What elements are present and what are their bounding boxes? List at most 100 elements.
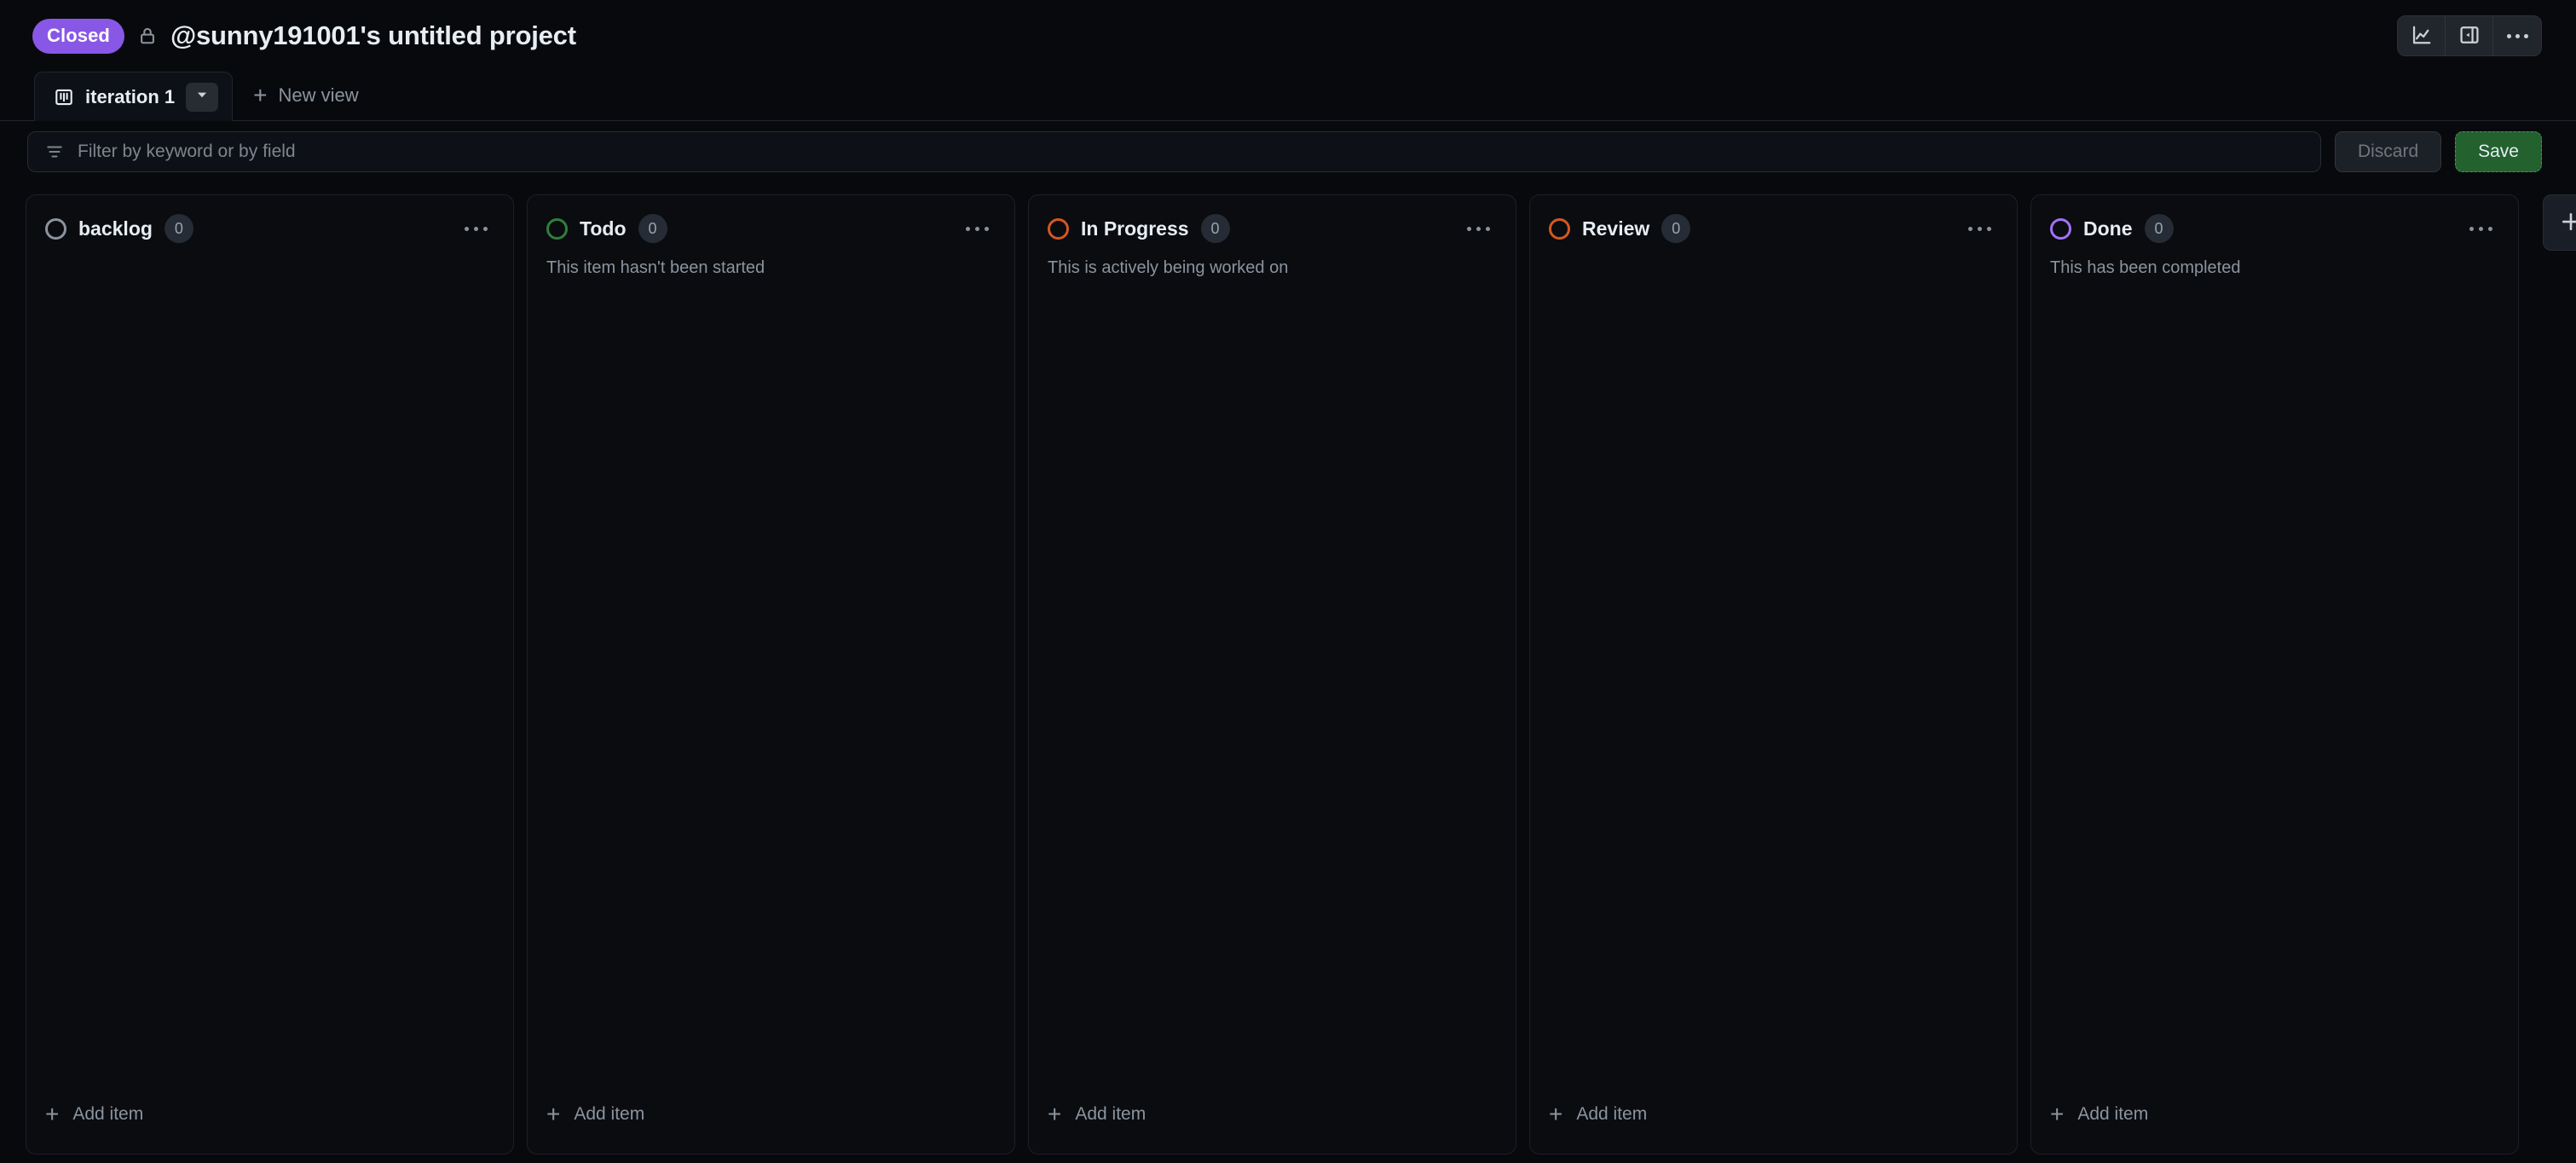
column-more-menu-button[interactable] [960, 214, 994, 243]
column-card-list[interactable] [26, 243, 513, 1097]
column-header-row: Done 0 [2050, 214, 2498, 243]
column-header: Todo 0 This item hasn't been started [528, 195, 1014, 279]
filter-bar: Discard Save [0, 121, 2576, 182]
column-more-menu-button[interactable] [2463, 214, 2498, 243]
tab-menu-button[interactable] [186, 82, 219, 112]
search-input[interactable] [78, 142, 2303, 162]
plus-icon: + [2050, 1101, 2065, 1127]
kebab-menu-icon [2506, 33, 2528, 38]
board-column: backlog 0 + Add item [26, 194, 514, 1154]
kebab-menu-icon [2469, 226, 2492, 231]
status-circle-icon [2050, 217, 2071, 240]
plus-icon: + [546, 1101, 561, 1127]
save-button[interactable]: Save [2455, 131, 2542, 172]
add-item-button[interactable]: + Add item [546, 1097, 644, 1131]
column-count-badge: 0 [164, 214, 193, 243]
add-item-label: Add item [1576, 1104, 1648, 1124]
column-footer: + Add item [2031, 1097, 2518, 1154]
column-more-menu-button[interactable] [459, 214, 493, 243]
column-header: Done 0 This has been completed [2031, 195, 2518, 279]
filter-icon [45, 142, 64, 161]
new-view-button[interactable]: + New view [233, 71, 379, 120]
plus-icon: + [1549, 1101, 1563, 1127]
project-more-menu-button[interactable] [2493, 16, 2541, 55]
column-header-row: backlog 0 [45, 214, 493, 243]
add-item-button[interactable]: + Add item [1549, 1097, 1647, 1131]
column-footer: + Add item [1029, 1097, 1516, 1154]
add-item-label: Add item [72, 1104, 144, 1124]
lock-icon [136, 23, 159, 49]
add-item-label: Add item [574, 1104, 645, 1124]
column-footer: + Add item [1530, 1097, 2017, 1154]
add-item-button[interactable]: + Add item [1048, 1097, 1146, 1131]
chevron-down-icon [195, 88, 209, 106]
column-count-badge: 0 [2144, 214, 2174, 243]
column-header: backlog 0 [26, 195, 513, 243]
status-circle-icon [45, 217, 66, 240]
insights-button[interactable] [2398, 16, 2446, 55]
column-card-list[interactable] [1530, 243, 2017, 1097]
column-count-badge: 0 [1200, 214, 1230, 243]
toggle-side-panel-button[interactable] [2446, 16, 2493, 55]
discard-button[interactable]: Discard [2334, 131, 2442, 172]
header-actions [2397, 15, 2542, 56]
tab-iteration-1[interactable]: iteration 1 [34, 72, 234, 121]
column-header: In Progress 0 This is actively being wor… [1029, 195, 1516, 279]
add-column-container [2532, 194, 2576, 1154]
filter-input-container[interactable] [27, 131, 2321, 172]
plus-icon: + [253, 82, 268, 108]
plus-icon: + [1048, 1101, 1062, 1127]
board-column: Done 0 This has been completed + Add ite… [2030, 194, 2519, 1154]
tab-label: iteration 1 [85, 85, 176, 107]
add-item-label: Add item [1075, 1104, 1146, 1124]
header-left-group: Closed @sunny191001's untitled project [32, 18, 2397, 54]
page-header: Closed @sunny191001's untitled project [0, 0, 2576, 72]
insights-chart-icon [2411, 24, 2433, 49]
status-circle-icon [1048, 217, 1069, 240]
add-item-button[interactable]: + Add item [2050, 1097, 2148, 1131]
status-circle-icon [546, 217, 568, 240]
column-title: Review [1582, 217, 1650, 240]
add-column-button[interactable] [2543, 194, 2576, 251]
side-panel-icon [2458, 24, 2481, 49]
status-badge: Closed [32, 18, 124, 54]
column-card-list[interactable] [528, 279, 1014, 1097]
page-title: @sunny191001's untitled project [170, 20, 576, 50]
column-more-menu-button[interactable] [1461, 214, 1495, 243]
kebab-menu-icon [965, 226, 989, 231]
plus-icon: + [45, 1101, 60, 1127]
column-footer: + Add item [528, 1097, 1014, 1154]
column-description: This is actively being worked on [1048, 258, 1289, 277]
column-header: Review 0 [1530, 195, 2017, 243]
column-title: backlog [78, 217, 153, 240]
column-header-row: Todo 0 [546, 214, 994, 243]
plus-icon [2559, 210, 2576, 236]
kebab-menu-icon [464, 226, 488, 231]
column-card-list[interactable] [1029, 279, 1516, 1097]
column-count-badge: 0 [638, 214, 667, 243]
column-title: Todo [580, 217, 627, 240]
new-view-label: New view [278, 84, 359, 106]
column-card-list[interactable] [2031, 279, 2518, 1097]
board-column: Review 0 + Add item [1529, 194, 2018, 1154]
column-more-menu-button[interactable] [1962, 214, 1996, 243]
add-item-label: Add item [2077, 1104, 2149, 1124]
column-description: This has been completed [2050, 258, 2241, 277]
project-board-page: Closed @sunny191001's untitled project i… [0, 0, 2576, 1163]
status-circle-icon [1549, 217, 1570, 240]
column-header-row: Review 0 [1549, 214, 1996, 243]
view-tabbar: iteration 1 + New view [0, 72, 2576, 121]
column-count-badge: 0 [1661, 214, 1691, 243]
column-header-row: In Progress 0 [1048, 214, 1495, 243]
column-title: In Progress [1081, 217, 1189, 240]
board-columns: backlog 0 + Add item Todo 0 This item ha… [0, 182, 2576, 1163]
column-footer: + Add item [26, 1097, 513, 1154]
board-column: Todo 0 This item hasn't been started + A… [527, 194, 1015, 1154]
kebab-menu-icon [1967, 226, 1991, 231]
board-column: In Progress 0 This is actively being wor… [1028, 194, 1516, 1154]
board-view-icon [54, 87, 74, 107]
column-description: This item hasn't been started [546, 258, 765, 277]
column-title: Done [2083, 217, 2133, 240]
kebab-menu-icon [1466, 226, 1490, 231]
add-item-button[interactable]: + Add item [45, 1097, 143, 1131]
